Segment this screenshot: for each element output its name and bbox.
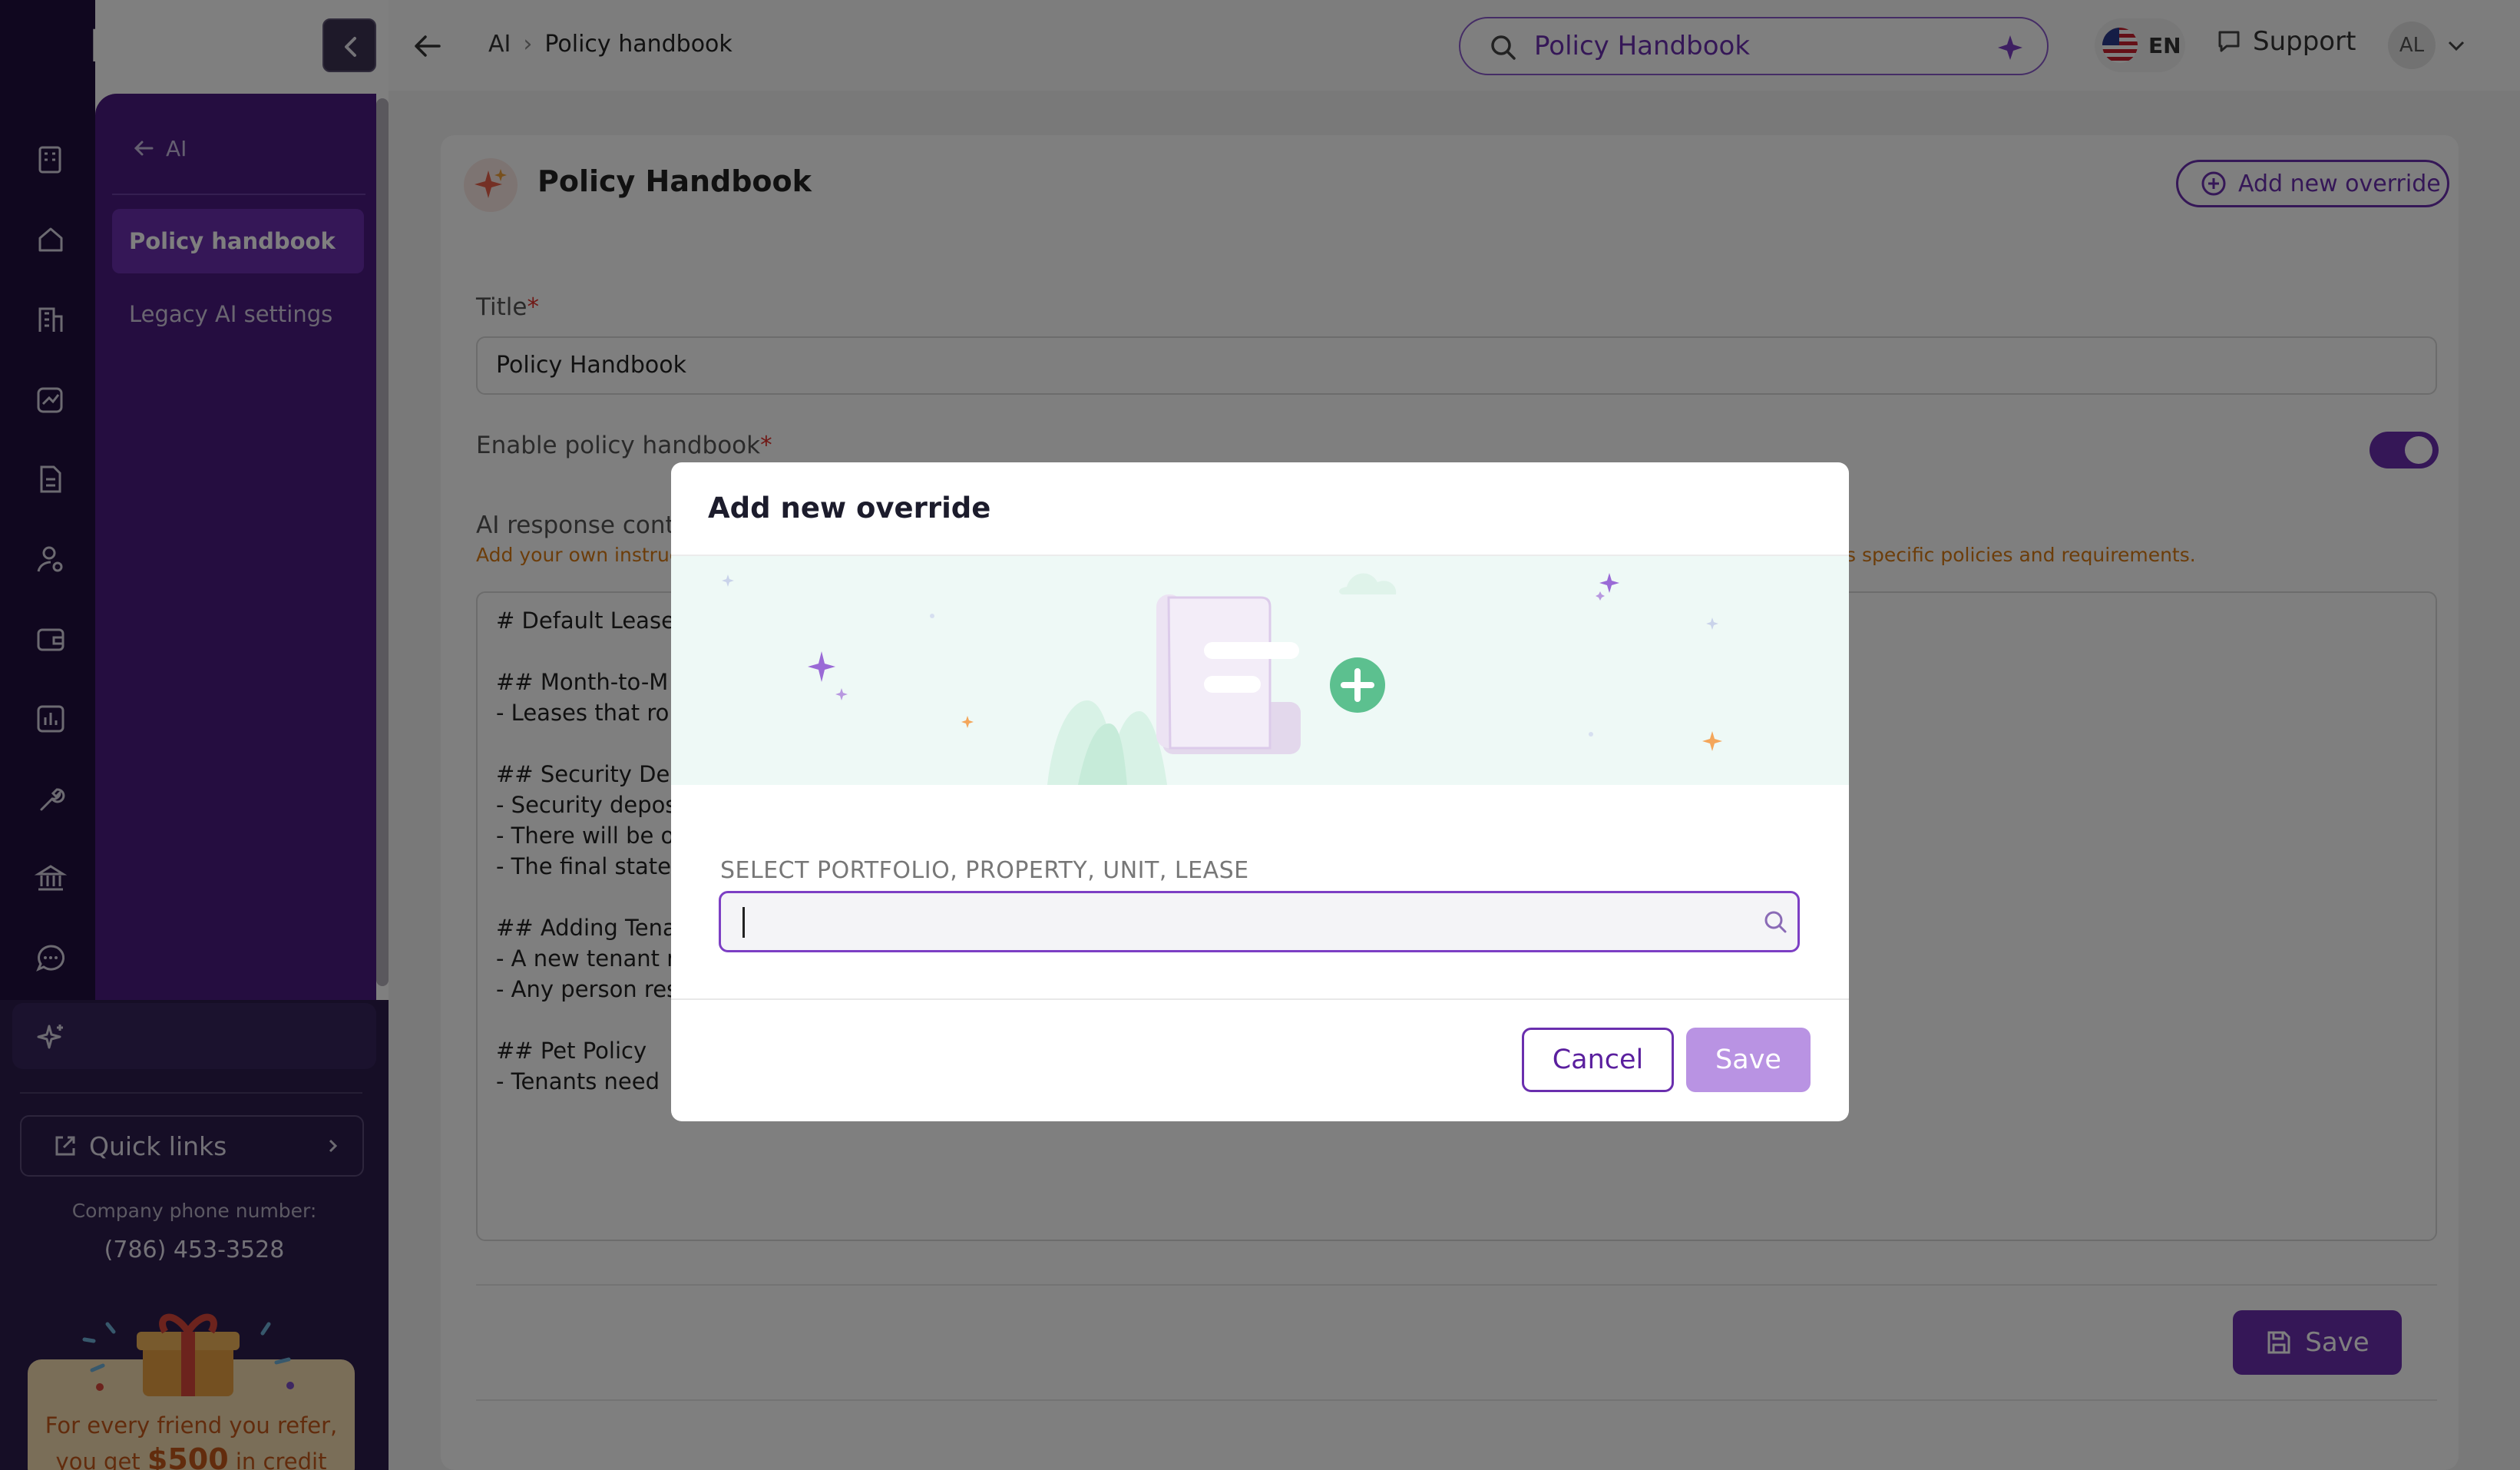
modal-save-button[interactable]: Save	[1686, 1028, 1811, 1092]
portfolio-field-label: SELECT PORTFOLIO, PROPERTY, UNIT, LEASE	[720, 857, 1249, 884]
document-add-illustration	[722, 573, 1722, 785]
search-icon	[1764, 911, 1787, 933]
portfolio-search-input[interactable]	[719, 891, 1800, 952]
text-cursor	[742, 907, 745, 938]
empty-state-illustration	[671, 556, 1849, 785]
modal-footer-divider	[671, 998, 1849, 1000]
cancel-button[interactable]: Cancel	[1522, 1028, 1674, 1092]
add-override-modal: Add new override SELECT PORTFOLIO, PROPE…	[671, 462, 1849, 1121]
modal-title: Add new override	[708, 492, 991, 525]
